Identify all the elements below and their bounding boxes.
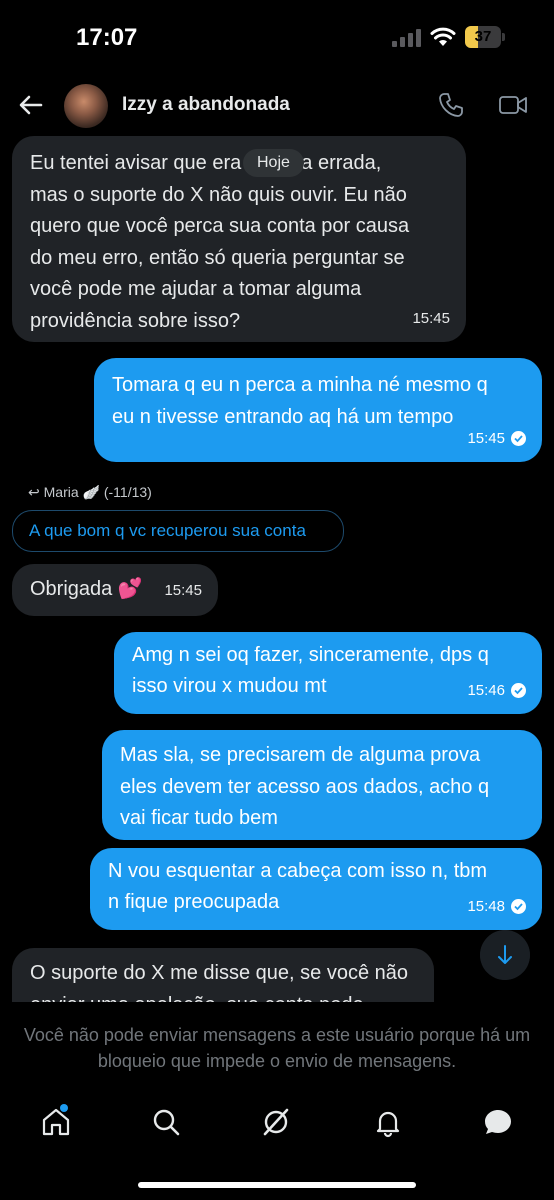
chat-title[interactable]: Izzy a abandonada (122, 94, 290, 116)
read-check-icon (511, 430, 526, 446)
message-list[interactable]: Eu tentei avisar que era a conta errada,… (0, 136, 554, 1002)
message-line: mas o suporte do X não quis ouvir. Eu nã… (30, 183, 407, 206)
home-indicator (138, 1182, 416, 1188)
message-time: 15:45 (467, 429, 505, 447)
signal-icon (392, 29, 421, 47)
message-line: eles devem ter acesso aos dados, acho q (120, 775, 490, 798)
message-line: Eu tentei avisar que era a conta errada, (30, 152, 382, 174)
message-bubble[interactable]: Amg n sei oq fazer, sinceramente, dps q … (114, 632, 542, 714)
battery-icon: 37 (465, 26, 505, 48)
message-line: Mas sla, se precisarem de alguma prova (120, 744, 481, 766)
quoted-message[interactable]: A que bom q vc recuperou sua conta (12, 510, 344, 552)
message-bubble[interactable]: Obrigada 💕 15:45 (12, 564, 218, 616)
message-line: você pode me ajudar a tomar alguma (30, 278, 362, 300)
reply-arrow-icon: ↩ (28, 484, 44, 500)
status-time: 17:07 (76, 24, 138, 51)
message-line: n fique preocupada (108, 891, 280, 913)
home-icon[interactable] (40, 1106, 72, 1138)
message-meta: 15:45 (467, 423, 526, 455)
reply-author: Maria 🪽 (-11/13) (43, 484, 152, 500)
battery-body: 37 (465, 26, 501, 48)
message-line: Amg n sei oq fazer, sinceramente, dps q (132, 644, 489, 666)
message-bubble[interactable]: Eu tentei avisar que era a conta errada,… (12, 136, 466, 342)
battery-percent: 37 (474, 28, 492, 45)
wifi-icon (430, 27, 456, 46)
read-check-icon (511, 899, 526, 914)
date-separator: Hoje (243, 149, 304, 177)
message-line: isso virou x mudou mt (132, 675, 327, 697)
message-line: N vou esquentar a cabeça com isso n, tbm (108, 860, 488, 882)
message-time: 15:45 (164, 581, 202, 599)
message-meta: 15:45 (412, 303, 450, 335)
message-meta: 15:46 (467, 675, 526, 706)
status-bar: 17:07 37 (0, 0, 554, 76)
message-time: 15:48 (467, 898, 505, 915)
message-line: do meu erro, então só queria perguntar s… (30, 246, 405, 269)
message-bubble[interactable]: N vou esquentar a cabeça com isso n, tbm… (90, 848, 542, 930)
message-line: providência sobre isso? (30, 309, 241, 332)
blocked-notice: Você não pode enviar mensagens a este us… (23, 1025, 531, 1071)
messages-icon[interactable] (482, 1106, 514, 1138)
avatar[interactable] (64, 84, 108, 128)
message-line: O suporte do X me disse que, se você não (30, 962, 408, 984)
home-notification-dot (60, 1104, 68, 1112)
message-bubble[interactable]: O suporte do X me disse que, se você não… (12, 948, 434, 1002)
message-bubble[interactable]: Tomara q eu n perca a minha né mesmo q e… (94, 358, 542, 462)
message-line: quero que você perca sua conta por causa (30, 215, 410, 237)
video-call-icon[interactable] (498, 92, 528, 118)
message-line: vai ficar tudo bem (120, 807, 278, 829)
grok-icon[interactable] (260, 1106, 292, 1138)
back-arrow-icon[interactable] (16, 90, 46, 120)
bottom-tab-bar (0, 1102, 554, 1152)
chat-header: Izzy a abandonada (0, 76, 554, 136)
phone-icon[interactable] (438, 92, 464, 118)
battery-cap (502, 33, 505, 41)
search-icon[interactable] (150, 1106, 182, 1138)
reply-reference: ↩ Maria 🪽 (-11/13) (28, 484, 152, 501)
read-check-icon (511, 683, 526, 698)
message-bubble[interactable]: Mas sla, se precisarem de alguma prova e… (102, 730, 542, 840)
message-line: eu n tivesse entrando aq há um tempo (112, 405, 454, 428)
message-line: enviar uma apelação, sua conta pode (30, 990, 416, 1003)
message-meta: 15:45 (164, 575, 202, 607)
message-meta: 15:48 (467, 891, 526, 922)
message-time: 15:45 (412, 309, 450, 327)
message-time: 15:46 (467, 682, 505, 699)
notifications-icon[interactable] (372, 1106, 404, 1138)
message-line: Tomara q eu n perca a minha né mesmo q (112, 374, 488, 396)
scroll-down-button[interactable] (480, 930, 530, 980)
